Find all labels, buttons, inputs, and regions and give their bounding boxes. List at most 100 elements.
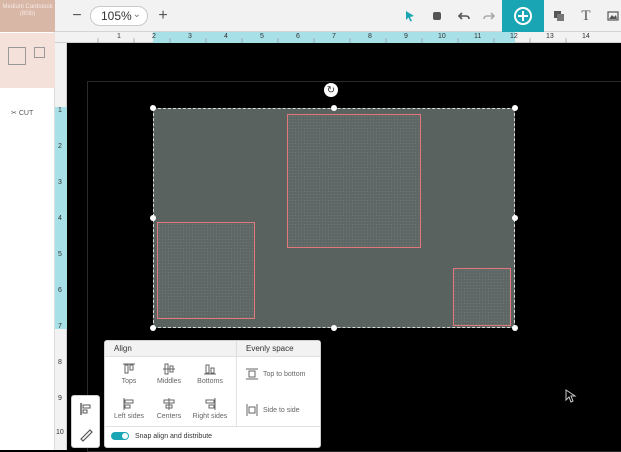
measure-tool-button[interactable]	[78, 427, 94, 443]
layers-icon	[554, 11, 564, 21]
left-panel: Medium Cardstock (80lb) ✂ CUT	[0, 0, 55, 450]
distribute-horizontal-icon	[246, 404, 258, 416]
panel-divider	[105, 426, 320, 427]
ruler-left-number: 7	[58, 323, 62, 330]
evenly-space-header: Evenly space	[236, 341, 320, 357]
minus-icon: −	[72, 7, 82, 24]
mat-thumb-shape-small	[34, 47, 45, 58]
align-middles-icon	[163, 363, 175, 375]
ruler-icon	[80, 429, 93, 442]
resize-handle-bottom-left[interactable]	[150, 325, 156, 331]
align-header: Align	[105, 341, 236, 357]
select-arrow-icon	[406, 11, 414, 22]
resize-handle-bottom-right[interactable]	[512, 325, 518, 331]
align-tops-button[interactable]: Tops	[107, 362, 151, 385]
fill-bucket-icon	[433, 12, 441, 20]
layers-button[interactable]	[549, 6, 569, 26]
ruler-top-number: 13	[546, 33, 554, 40]
ruler-left: 1 2 3 4 5 6 7 8 9 10	[55, 43, 67, 450]
snap-row: Snap align and distribute	[111, 432, 212, 440]
resize-handle-top-left[interactable]	[150, 105, 156, 111]
chevron-down-icon: ⌄	[132, 9, 141, 20]
image-tool-button[interactable]	[603, 6, 621, 26]
text-tool-button[interactable]: T	[576, 6, 596, 26]
ruler-top-number: 7	[332, 33, 336, 40]
mouse-cursor-icon	[565, 389, 577, 408]
side-to-side-label: Side to side	[263, 406, 300, 414]
align-left-sides-button[interactable]: Left sides	[107, 397, 151, 420]
resize-handle-top[interactable]	[331, 105, 337, 111]
redo-icon	[483, 12, 495, 20]
side-tools-panel	[71, 395, 100, 448]
square-shape-small[interactable]	[453, 268, 511, 326]
align-middles-button[interactable]: Middles	[147, 362, 191, 385]
rotate-icon: ↻	[326, 84, 336, 96]
ruler-top-number: 3	[188, 33, 192, 40]
align-tool-button[interactable]	[78, 401, 94, 417]
ruler-top-number: 10	[438, 33, 446, 40]
align-right-icon	[205, 398, 216, 410]
distribute-vertical-icon	[246, 368, 258, 380]
ruler-top-number: 6	[296, 33, 300, 40]
align-right-sides-label: Right sides	[192, 413, 228, 420]
align-middles-label: Middles	[156, 378, 182, 385]
ruler-left-number: 4	[58, 215, 62, 222]
zoom-out-button[interactable]: −	[67, 6, 87, 26]
plus-icon: +	[158, 7, 168, 24]
align-centers-label: Centers	[156, 413, 182, 420]
ruler-top-number: 11	[474, 33, 482, 40]
square-shape-medium[interactable]	[157, 222, 255, 319]
square-shape-large[interactable]	[287, 114, 421, 248]
align-right-sides-button[interactable]: Right sides	[188, 397, 232, 420]
zoom-in-button[interactable]: +	[153, 6, 173, 26]
scissors-icon: ✂	[11, 110, 17, 117]
ruler-left-number: 2	[58, 143, 62, 150]
top-to-bottom-label: Top to bottom	[263, 370, 306, 378]
undo-icon	[458, 12, 470, 20]
resize-handle-top-right[interactable]	[512, 105, 518, 111]
add-plus-icon	[514, 7, 532, 25]
ruler-top-number: 14	[582, 33, 590, 40]
ruler-left-number: 3	[58, 179, 62, 186]
distribute-vertical-button[interactable]: Top to bottom	[245, 367, 305, 381]
align-bottoms-button[interactable]: Bottoms	[188, 362, 232, 385]
add-button[interactable]	[502, 0, 544, 32]
align-centers-button[interactable]: Centers	[147, 397, 191, 420]
fill-button[interactable]	[427, 6, 447, 26]
text-icon: T	[581, 7, 591, 24]
undo-button[interactable]	[454, 6, 474, 26]
material-label[interactable]: Medium Cardstock (80lb)	[0, 0, 55, 32]
rotate-handle[interactable]: ↻	[324, 83, 338, 97]
ruler-top-number: 5	[260, 33, 264, 40]
cut-label: CUT	[18, 110, 34, 117]
top-toolbar: − 105% ⌄ + T	[55, 0, 621, 32]
ruler-left-number: 6	[58, 287, 62, 294]
snap-label: Snap align and distribute	[135, 432, 213, 440]
resize-handle-bottom[interactable]	[331, 325, 337, 331]
ruler-left-number: 5	[58, 251, 62, 258]
align-left-sides-label: Left sides	[114, 413, 144, 420]
align-tops-icon	[123, 363, 135, 374]
snap-toggle[interactable]	[111, 432, 129, 440]
select-tool-button[interactable]	[400, 6, 420, 26]
ruler-top: 1 2 3 4 5 6 7 8 9 10 11 12 13 14	[55, 32, 621, 43]
selection-box[interactable]	[153, 108, 515, 328]
ruler-top-number: 1	[117, 33, 121, 40]
zoom-value: 105%	[101, 9, 132, 23]
ruler-top-number: 8	[368, 33, 372, 40]
panel-divider	[236, 357, 237, 426]
mat-thumbnail[interactable]: ✂ CUT	[0, 33, 55, 117]
redo-button[interactable]	[479, 6, 499, 26]
ruler-top-number: 9	[404, 33, 408, 40]
align-tops-label: Tops	[121, 378, 137, 385]
distribute-horizontal-button[interactable]: Side to side	[245, 403, 300, 417]
align-bottoms-icon	[204, 364, 216, 375]
ruler-left-number: 9	[58, 395, 62, 402]
zoom-select[interactable]: 105% ⌄	[90, 6, 148, 26]
image-icon	[607, 11, 619, 21]
ruler-left-number: 8	[58, 359, 62, 366]
resize-handle-left[interactable]	[150, 215, 156, 221]
resize-handle-right[interactable]	[512, 215, 518, 221]
ruler-left-number: 10	[56, 429, 64, 436]
ruler-top-number: 12	[510, 33, 518, 40]
